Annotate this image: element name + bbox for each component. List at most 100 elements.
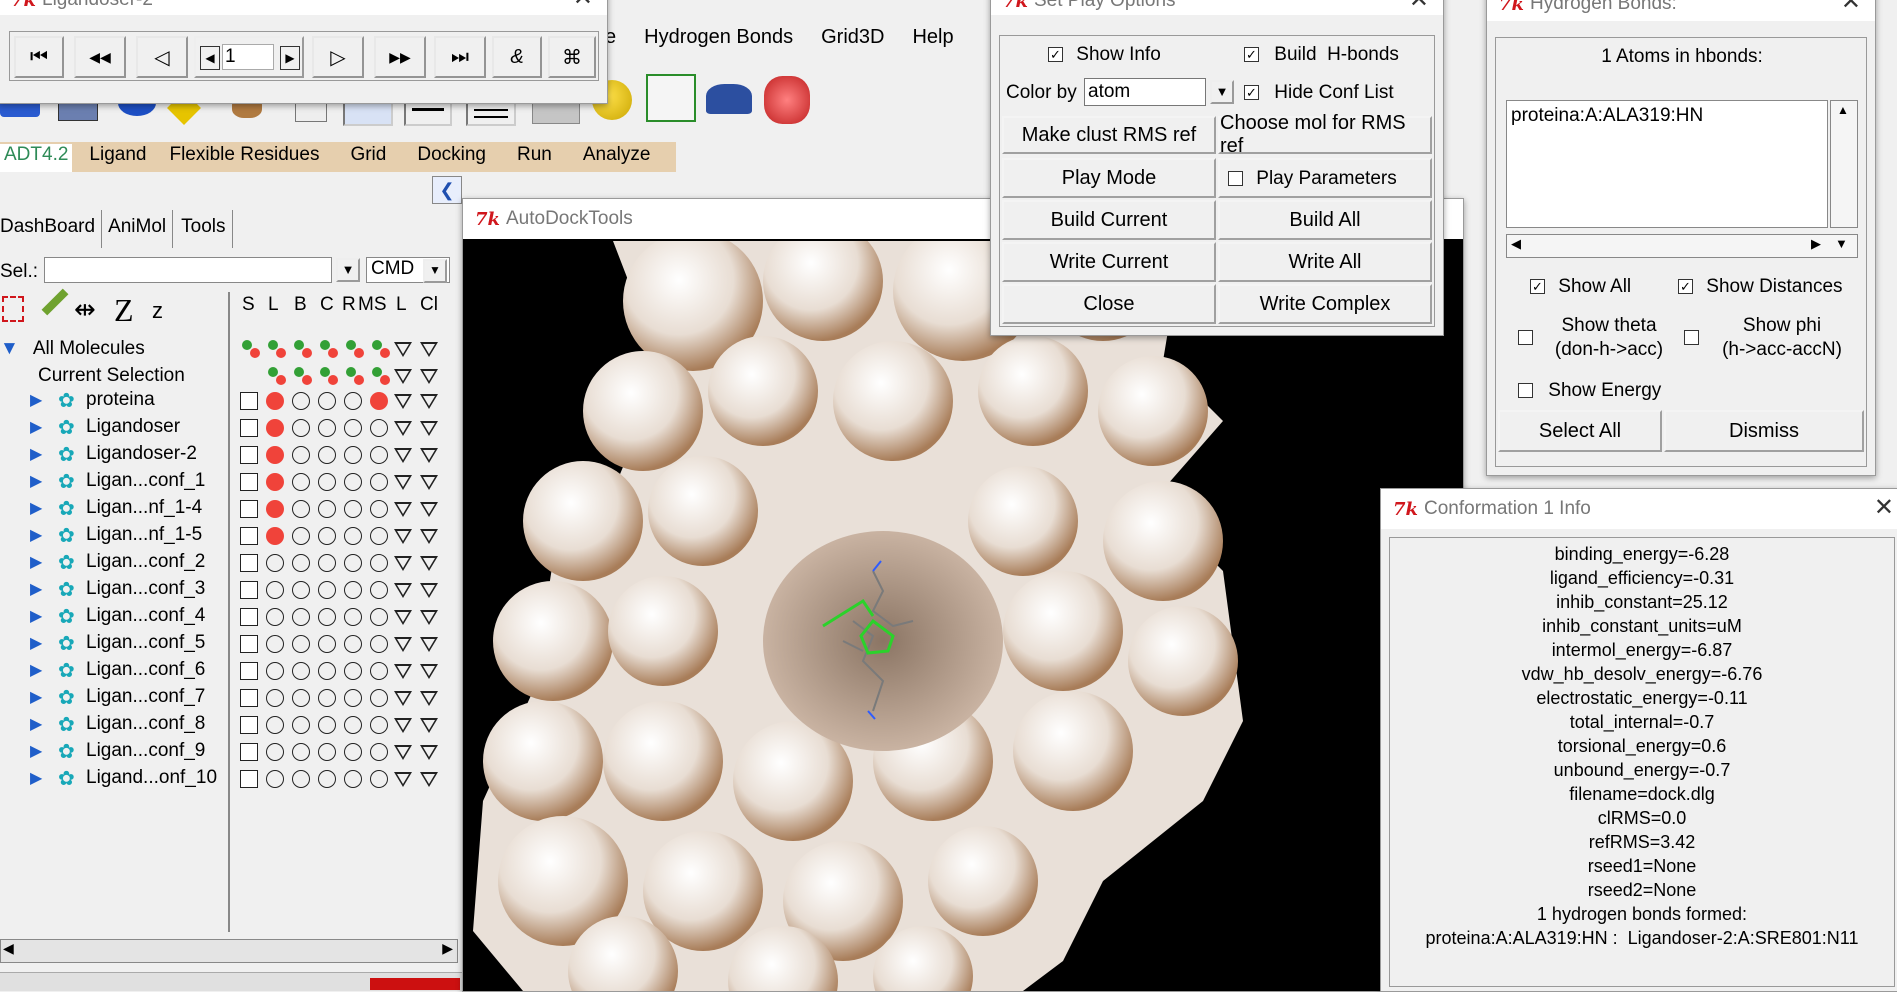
tree-row-molecule[interactable]: ▶ ✿ Ligan...conf_4 bbox=[0, 604, 228, 630]
toggle-circle[interactable] bbox=[292, 527, 310, 545]
write-current-button[interactable]: Write Current bbox=[1002, 242, 1216, 282]
toggle-circle[interactable] bbox=[266, 608, 284, 626]
toggle-circle[interactable] bbox=[292, 662, 310, 680]
toggle-circle[interactable] bbox=[344, 581, 362, 599]
step-back-button[interactable]: ◁ bbox=[136, 36, 188, 78]
build-all-button[interactable]: Build All bbox=[1218, 200, 1432, 240]
col-b[interactable]: B bbox=[294, 294, 307, 316]
tree-row-molecule[interactable]: ▶ ✿ Ligan...conf_9 bbox=[0, 739, 228, 765]
toggle-circle[interactable] bbox=[370, 608, 388, 626]
expand-arrow-icon[interactable]: ▶ bbox=[30, 417, 42, 437]
expand-arrow-icon[interactable]: ▶ bbox=[30, 687, 42, 707]
dropdown-triangle-icon[interactable] bbox=[420, 556, 438, 571]
tree-row-molecule[interactable]: ▶ ✿ Ligan...conf_8 bbox=[0, 712, 228, 738]
toggle-circle[interactable] bbox=[344, 527, 362, 545]
scroll-left-icon[interactable]: ◀ bbox=[3, 940, 14, 957]
toggle-circle[interactable] bbox=[344, 689, 362, 707]
dropdown-triangle-icon[interactable] bbox=[420, 369, 438, 384]
toggle-circle[interactable] bbox=[318, 500, 336, 518]
expand-arrow-icon[interactable]: ▶ bbox=[30, 471, 42, 491]
toggle-circle[interactable] bbox=[266, 662, 284, 680]
close-icon[interactable]: ✕ bbox=[1874, 493, 1894, 522]
play-button[interactable]: ▷ bbox=[312, 36, 364, 78]
dropdown-triangle-icon[interactable] bbox=[394, 342, 412, 357]
toggle-circle[interactable] bbox=[318, 527, 336, 545]
dropdown-triangle-icon[interactable] bbox=[394, 745, 412, 760]
col-r[interactable]: R bbox=[342, 294, 356, 316]
toggle-circle[interactable] bbox=[292, 392, 310, 410]
toggle-dot[interactable] bbox=[302, 375, 312, 385]
toggle-circle[interactable] bbox=[266, 527, 284, 545]
show-checkbox[interactable] bbox=[240, 392, 258, 410]
toggle-dot[interactable] bbox=[328, 348, 338, 358]
dismiss-button[interactable]: Dismiss bbox=[1664, 410, 1864, 452]
close-icon[interactable]: ✕ bbox=[573, 0, 593, 12]
col-s[interactable]: S bbox=[242, 294, 255, 316]
last-frame-button[interactable]: ⏭ bbox=[434, 36, 486, 78]
tree-hscrollbar[interactable]: ◀ ▶ bbox=[0, 939, 458, 963]
build-current-button[interactable]: Build Current bbox=[1002, 200, 1216, 240]
toggle-circle[interactable] bbox=[266, 500, 284, 518]
toggle-circle[interactable] bbox=[266, 689, 284, 707]
toggle-circle[interactable] bbox=[292, 500, 310, 518]
toggle-circle[interactable] bbox=[370, 716, 388, 734]
tree-row-molecule[interactable]: ▶ ✿ Ligan...conf_6 bbox=[0, 658, 228, 684]
toggle-circle[interactable] bbox=[266, 554, 284, 572]
toggle-circle[interactable] bbox=[292, 446, 310, 464]
dropdown-triangle-icon[interactable] bbox=[394, 369, 412, 384]
toggle-circle[interactable] bbox=[318, 716, 336, 734]
tree-current-selection[interactable]: Current Selection bbox=[38, 365, 185, 387]
show-all-checkbox[interactable]: ✓ Show All bbox=[1530, 276, 1631, 298]
toggle-circle[interactable] bbox=[318, 419, 336, 437]
tree-row-molecule[interactable]: ▶ ✿ Ligan...conf_3 bbox=[0, 577, 228, 603]
col-l2[interactable]: L bbox=[396, 294, 407, 316]
settings-button[interactable]: ⌘ bbox=[548, 36, 596, 78]
z-icon[interactable]: z bbox=[152, 298, 163, 324]
molecular-surface-canvas[interactable] bbox=[463, 241, 1463, 991]
tab-tools[interactable]: Tools bbox=[173, 210, 233, 248]
tab-docking[interactable]: Docking bbox=[417, 144, 486, 172]
dropdown-triangle-icon[interactable] bbox=[420, 637, 438, 652]
expand-arrow-icon[interactable]: ▶ bbox=[30, 390, 42, 410]
toggle-circle[interactable] bbox=[266, 419, 284, 437]
dropdown-triangle-icon[interactable] bbox=[420, 475, 438, 490]
show-checkbox[interactable] bbox=[240, 500, 258, 518]
scroll-left-icon[interactable]: ◀ bbox=[1511, 236, 1521, 252]
dropdown-triangle-icon[interactable] bbox=[420, 772, 438, 787]
dropdown-triangle-icon[interactable] bbox=[394, 394, 412, 409]
dropdown-triangle-icon[interactable] bbox=[394, 529, 412, 544]
build-hbonds-checkbox[interactable]: ✓ Build H-bonds bbox=[1244, 44, 1399, 66]
toggle-circle[interactable] bbox=[318, 581, 336, 599]
toggle-circle[interactable] bbox=[344, 473, 362, 491]
dropdown-triangle-icon[interactable] bbox=[420, 342, 438, 357]
dropdown-triangle-icon[interactable] bbox=[394, 772, 412, 787]
dropdown-triangle-icon[interactable] bbox=[420, 448, 438, 463]
first-frame-button[interactable]: ⏮ bbox=[14, 36, 64, 78]
dropdown-triangle-icon[interactable] bbox=[420, 502, 438, 517]
expand-arrow-icon[interactable]: ▶ bbox=[30, 498, 42, 518]
z-rotate-icon[interactable]: Z bbox=[114, 292, 134, 329]
toggle-circle[interactable] bbox=[370, 392, 388, 410]
cmd-dropdown-icon[interactable]: ▼ bbox=[423, 259, 447, 283]
expand-arrow-icon[interactable]: ▶ bbox=[30, 741, 42, 761]
toggle-circle[interactable] bbox=[344, 662, 362, 680]
show-checkbox[interactable] bbox=[240, 662, 258, 680]
tab-animol[interactable]: AniMol bbox=[102, 210, 174, 248]
close-icon[interactable]: ✕ bbox=[1841, 0, 1861, 16]
dropdown-triangle-icon[interactable] bbox=[394, 691, 412, 706]
toggle-dot[interactable] bbox=[276, 375, 286, 385]
toggle-circle[interactable] bbox=[266, 716, 284, 734]
toggle-dot[interactable] bbox=[328, 375, 338, 385]
show-checkbox[interactable] bbox=[240, 581, 258, 599]
frame-input[interactable] bbox=[222, 44, 274, 70]
menu-item-help[interactable]: Help bbox=[912, 26, 953, 56]
tab-dashboard[interactable]: DashBoard bbox=[0, 210, 103, 248]
toolbar-icon-12[interactable] bbox=[646, 74, 696, 122]
toolbar-icon-14[interactable] bbox=[764, 76, 810, 124]
dropdown-triangle-icon[interactable] bbox=[420, 421, 438, 436]
toggle-circle[interactable] bbox=[318, 662, 336, 680]
show-checkbox[interactable] bbox=[240, 473, 258, 491]
menu-item-hydrogen-bonds[interactable]: Hydrogen Bonds bbox=[644, 26, 793, 56]
menu-item-grid3d[interactable]: Grid3D bbox=[821, 26, 884, 56]
expand-arrow-icon[interactable]: ▶ bbox=[30, 552, 42, 572]
